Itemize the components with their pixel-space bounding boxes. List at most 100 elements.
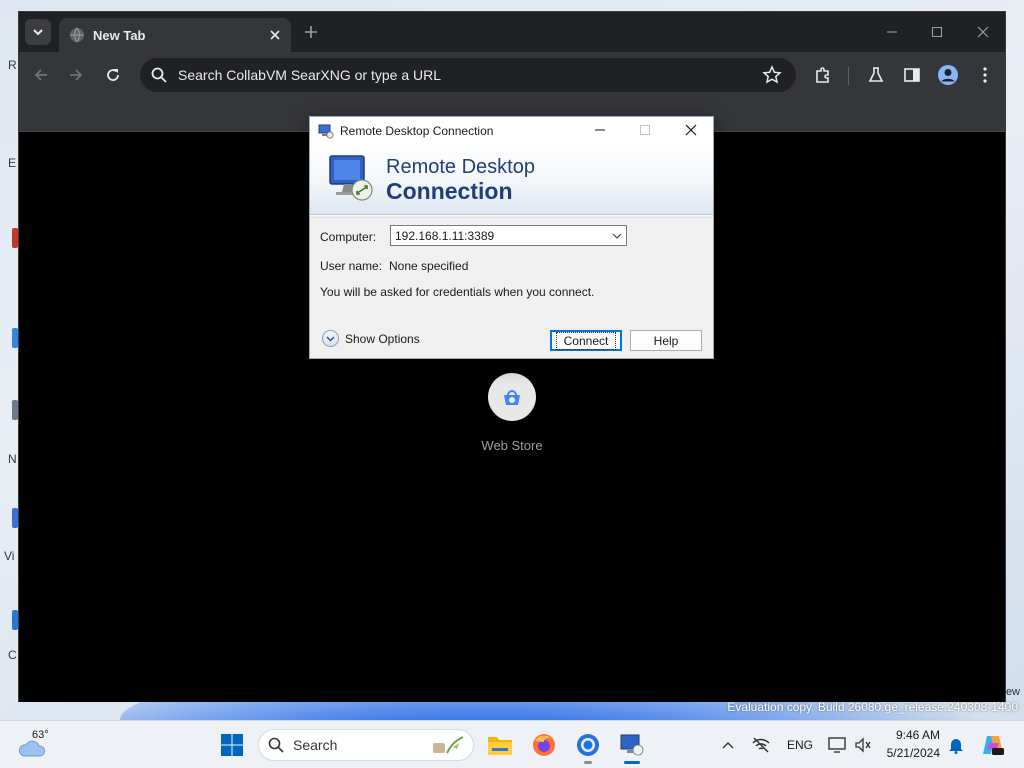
chevron-down-icon <box>612 233 622 239</box>
browser-toolbar: Search CollabVM SearXNG or type a URL <box>19 52 1005 98</box>
dialog-titlebar: Remote Desktop Connection <box>310 117 713 144</box>
remote-desktop-icon <box>620 734 644 756</box>
extensions-button[interactable] <box>811 63 835 87</box>
arrow-right-icon <box>70 69 83 81</box>
side-panel-icon <box>904 68 920 82</box>
notifications-button[interactable] <box>946 735 966 755</box>
minimize-button[interactable] <box>880 20 904 44</box>
globe-icon <box>70 27 84 43</box>
close-icon <box>977 26 989 38</box>
menu-button[interactable] <box>973 63 997 87</box>
desktop-icon-label-sliver: C <box>8 648 17 662</box>
watermark-tail: ew <box>1005 686 1020 698</box>
computer-label: Computer: <box>320 230 377 244</box>
tab-strip: New Tab <box>19 12 1005 52</box>
web-store-shortcut[interactable] <box>488 373 536 421</box>
tab-new-tab[interactable]: New Tab <box>59 18 291 52</box>
network-offline-icon <box>752 737 770 753</box>
web-store-icon <box>504 390 520 405</box>
display-settings-button[interactable] <box>826 735 848 755</box>
language-indicator[interactable]: ENG <box>787 738 813 752</box>
tab-close-button[interactable] <box>265 25 285 45</box>
firefox-button[interactable] <box>530 731 558 759</box>
address-bar-placeholder: Search CollabVM SearXNG or type a URL <box>178 67 441 83</box>
puzzle-icon <box>816 67 829 83</box>
flask-icon <box>868 67 884 82</box>
chrome-icon <box>577 734 599 756</box>
close-window-button[interactable] <box>971 20 995 44</box>
evaluation-watermark: Evaluation copy. Build 26080.ge_release.… <box>727 700 1018 714</box>
network-status-button[interactable] <box>750 735 772 755</box>
credentials-note: You will be asked for credentials when y… <box>320 285 595 299</box>
banner-title-line1: Remote Desktop <box>386 156 535 178</box>
clock-date[interactable]: 5/21/2024 <box>870 746 940 760</box>
username-value: None specified <box>389 259 469 273</box>
star-icon[interactable] <box>762 65 782 85</box>
kebab-menu-icon <box>983 67 987 83</box>
tab-search-button[interactable] <box>25 19 51 45</box>
taskbar: 63° Search ENG 9:46 AM 5/21/2024 <box>0 720 1024 768</box>
taskbar-search[interactable]: Search <box>258 729 474 761</box>
plus-icon <box>305 26 317 38</box>
maximize-icon <box>640 125 650 135</box>
start-button[interactable] <box>218 731 246 759</box>
dialog-banner: Remote Desktop Connection <box>310 144 713 215</box>
show-options-toggle[interactable]: Show Options <box>322 330 420 347</box>
avatar-icon <box>938 65 958 85</box>
computer-combobox[interactable]: 192.168.1.11:3389 <box>390 225 627 246</box>
search-highlight-icon <box>433 736 464 754</box>
search-icon <box>151 67 167 83</box>
maximize-button[interactable] <box>925 20 949 44</box>
search-icon <box>268 737 284 753</box>
back-button[interactable] <box>29 63 53 87</box>
dialog-title: Remote Desktop Connection <box>340 123 494 138</box>
remote-desktop-icon <box>318 124 334 139</box>
remote-desktop-taskbar-button[interactable] <box>618 731 646 759</box>
copilot-icon <box>983 736 1004 755</box>
computer-value: 192.168.1.11:3389 <box>395 228 495 243</box>
side-panel-button[interactable] <box>900 63 924 87</box>
remote-desktop-monitor-icon <box>329 155 373 201</box>
profile-button[interactable] <box>936 63 960 87</box>
folder-icon <box>488 737 512 755</box>
toolbar-divider <box>848 67 849 85</box>
close-icon <box>270 30 280 40</box>
help-button-label: Help <box>653 333 679 348</box>
firefox-icon <box>533 734 555 756</box>
desktop-icon-label-sliver: N <box>8 452 17 466</box>
clock-time[interactable]: 9:46 AM <box>870 728 940 742</box>
reload-icon <box>107 69 119 81</box>
dialog-close-button[interactable] <box>680 120 702 140</box>
maximize-icon <box>932 27 942 37</box>
combobox-dropdown-button[interactable] <box>608 226 626 245</box>
copilot-button[interactable] <box>980 733 1006 757</box>
desktop-icon-label-sliver: R <box>8 58 17 72</box>
windows-logo-icon <box>221 734 243 756</box>
close-icon <box>685 124 697 136</box>
show-hidden-icons-button[interactable] <box>718 735 738 755</box>
dialog-body: Computer: 192.168.1.11:3389 User name: N… <box>310 218 713 359</box>
weather-temperature: 63° <box>32 729 49 741</box>
minimize-icon <box>887 31 897 33</box>
connect-button-label: Connect <box>555 331 617 350</box>
chevron-up-icon <box>722 742 734 749</box>
show-options-label: Show Options <box>345 331 420 346</box>
desktop-icon-label-sliver: E <box>8 156 17 170</box>
expand-circle <box>322 330 339 347</box>
dialog-maximize-button <box>634 120 656 140</box>
chrome-button[interactable] <box>574 731 602 759</box>
arrow-left-icon <box>34 69 47 81</box>
address-bar[interactable]: Search CollabVM SearXNG or type a URL <box>140 58 796 92</box>
dialog-minimize-button[interactable] <box>589 120 611 140</box>
reload-button[interactable] <box>101 63 125 87</box>
new-tab-button[interactable] <box>301 22 321 42</box>
desktop-icon-label-sliver: Vi <box>4 549 15 563</box>
file-explorer-button[interactable] <box>486 731 514 759</box>
bell-icon <box>949 739 963 754</box>
connect-button[interactable]: Connect <box>550 330 622 351</box>
forward-button[interactable] <box>64 63 88 87</box>
labs-button[interactable] <box>864 63 888 87</box>
help-button[interactable]: Help <box>630 330 702 351</box>
tab-title: New Tab <box>93 27 146 43</box>
chrome-running-indicator <box>584 761 592 764</box>
